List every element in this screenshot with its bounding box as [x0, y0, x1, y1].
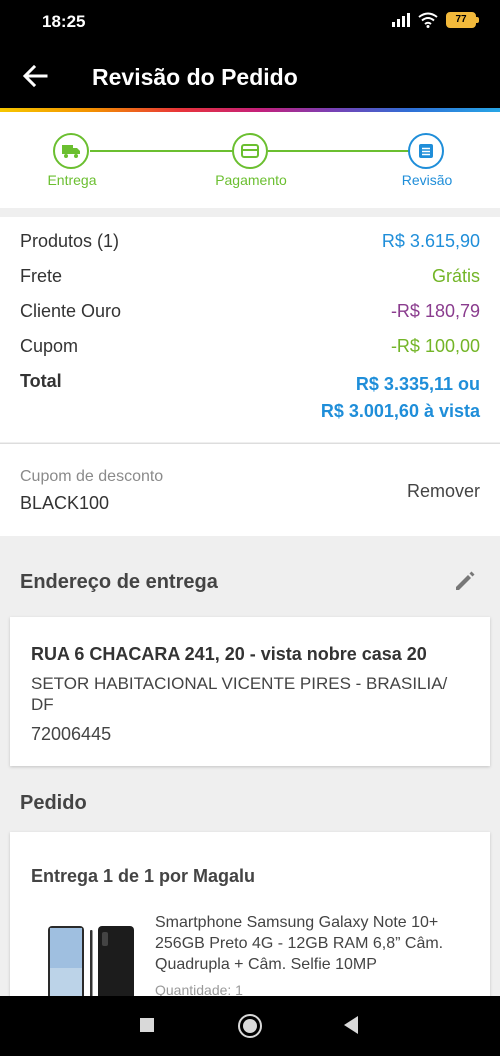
total-cash-value: R$ 3.001,60 à vista [320, 401, 480, 421]
total-value: R$ 3.335,11 ou R$ 3.001,60 à vista [321, 371, 480, 425]
wifi-icon [418, 12, 438, 28]
remove-coupon-button[interactable]: Remover [407, 481, 480, 502]
coupon-discount-value: -R$ 100,00 [390, 336, 480, 356]
order-summary: Produtos (1) R$ 3.615,90 Frete Grátis Cl… [0, 217, 500, 442]
address-line-2: SETOR HABITACIONAL VICENTE PIRES - BRASI… [31, 674, 448, 714]
summary-total-row: Total R$ 3.335,11 ou R$ 3.001,60 à vista [20, 371, 480, 427]
step-label-payment: Pagamento [215, 172, 287, 188]
step-label-delivery: Entrega [47, 172, 97, 188]
products-value: R$ 3.615,90 [381, 231, 480, 251]
coupon-section: Cupom de desconto BLACK100 Remover [0, 443, 500, 536]
step-review[interactable] [408, 133, 444, 169]
truck-icon [62, 145, 80, 158]
shipment-label: Entrega 1 de 1 por Magalu [31, 866, 256, 886]
app-bar: Revisão do Pedido [0, 44, 500, 108]
summary-gold-row: Cliente Ouro -R$ 180,79 [20, 301, 480, 327]
product-name[interactable]: Smartphone Samsung Galaxy Note 10+ 256GB… [155, 912, 465, 975]
step-connector [90, 150, 234, 152]
checkout-stepper: Entrega Pagamento Revisão [0, 112, 500, 208]
shipping-label: Frete [20, 266, 63, 286]
card-icon [241, 144, 259, 158]
product-image [48, 926, 134, 1002]
step-delivery[interactable] [53, 133, 89, 169]
summary-products-row: Produtos (1) R$ 3.615,90 [20, 231, 480, 257]
gold-label: Cliente Ouro [20, 301, 122, 321]
page-title: Revisão do Pedido [92, 64, 298, 90]
document-icon [419, 144, 433, 158]
gold-discount-value: -R$ 180,79 [390, 301, 480, 321]
address-card[interactable]: RUA 6 CHACARA 241, 20 - vista nobre casa… [10, 617, 490, 766]
address-line-1: RUA 6 CHACARA 241, 20 - vista nobre casa… [31, 644, 427, 664]
summary-coupon-row: Cupom -R$ 100,00 [20, 336, 480, 362]
step-payment[interactable] [232, 133, 268, 169]
home-circle-icon[interactable] [238, 1014, 262, 1038]
status-bar: 18:25 77 [0, 0, 500, 44]
address-zip: 72006445 [31, 724, 112, 744]
back-triangle-icon[interactable] [344, 1016, 358, 1034]
coupon-label: Cupom [20, 336, 79, 356]
step-label-review: Revisão [401, 172, 453, 188]
recents-square-icon[interactable] [140, 1018, 154, 1032]
battery-icon: 77 [446, 12, 479, 28]
coupon-field-label: Cupom de desconto [20, 468, 164, 485]
total-label: Total [20, 371, 62, 391]
order-section-title: Pedido [20, 792, 87, 814]
shipping-value: Grátis [431, 266, 480, 286]
status-time: 18:25 [42, 12, 86, 31]
edit-pencil-icon[interactable] [452, 568, 478, 594]
signal-icon [392, 13, 410, 27]
screen: 18:25 77 Revisão do Pedido Entrega Pagam… [0, 0, 500, 1056]
back-arrow-icon[interactable] [20, 62, 52, 90]
coupon-code: BLACK100 [20, 493, 110, 513]
summary-shipping-row: Frete Grátis [20, 266, 480, 292]
step-connector [268, 150, 410, 152]
system-nav-bar [0, 996, 500, 1056]
total-installment-value: R$ 3.335,11 ou [355, 374, 480, 394]
status-icons: 77 [392, 12, 479, 28]
products-label: Produtos (1) [20, 231, 120, 251]
address-section-title: Endereço de entrega [20, 571, 218, 593]
